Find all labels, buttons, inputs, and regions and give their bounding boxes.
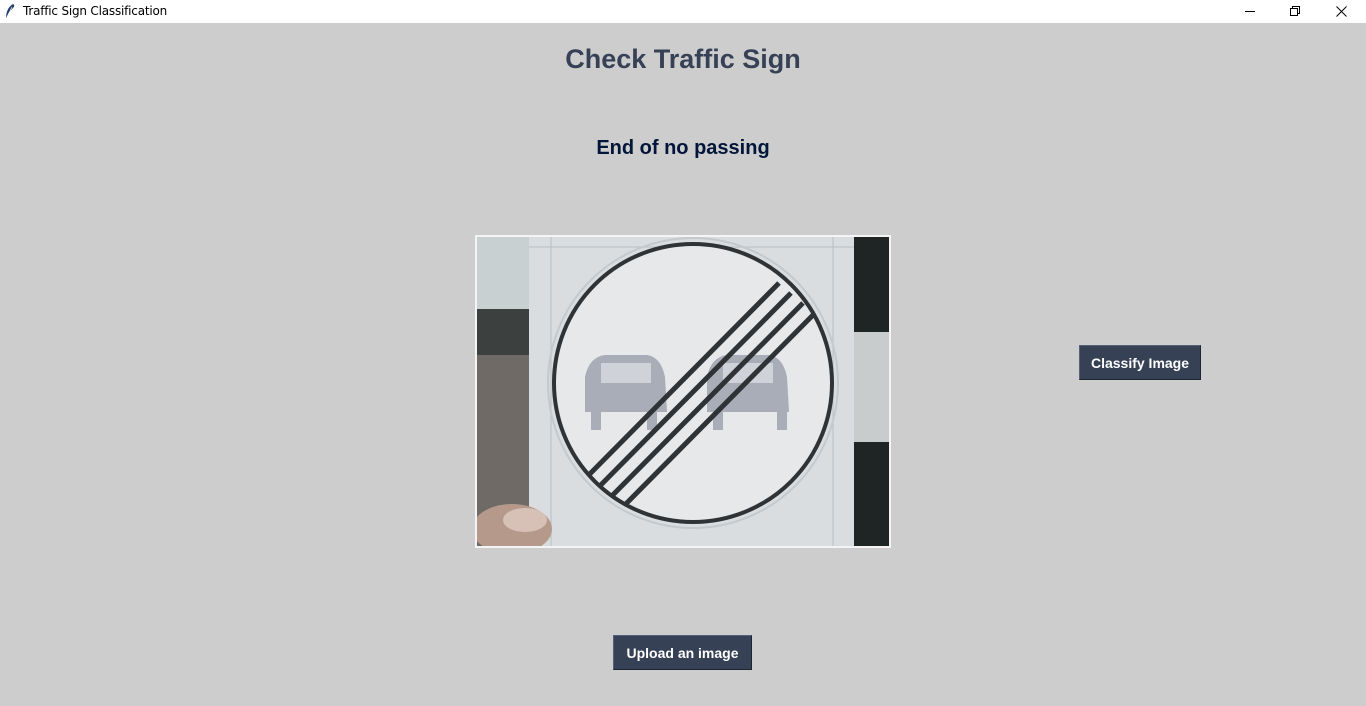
uploaded-image bbox=[475, 235, 891, 548]
page-title: Check Traffic Sign bbox=[565, 44, 801, 74]
restore-button[interactable] bbox=[1272, 0, 1318, 23]
close-icon bbox=[1335, 6, 1347, 17]
classification-result: End of no passing bbox=[596, 137, 770, 159]
upload-image-button[interactable]: Upload an image bbox=[613, 635, 752, 670]
window-title: Traffic Sign Classification bbox=[23, 4, 168, 18]
minimize-icon bbox=[1244, 11, 1255, 12]
traffic-sign-photo bbox=[477, 237, 889, 546]
close-button[interactable] bbox=[1318, 0, 1364, 23]
restore-icon bbox=[1289, 6, 1300, 16]
title-bar: Traffic Sign Classification bbox=[0, 0, 1366, 23]
feather-icon bbox=[5, 4, 15, 20]
classify-image-button[interactable]: Classify Image bbox=[1079, 345, 1201, 380]
minimize-button[interactable] bbox=[1227, 0, 1273, 23]
